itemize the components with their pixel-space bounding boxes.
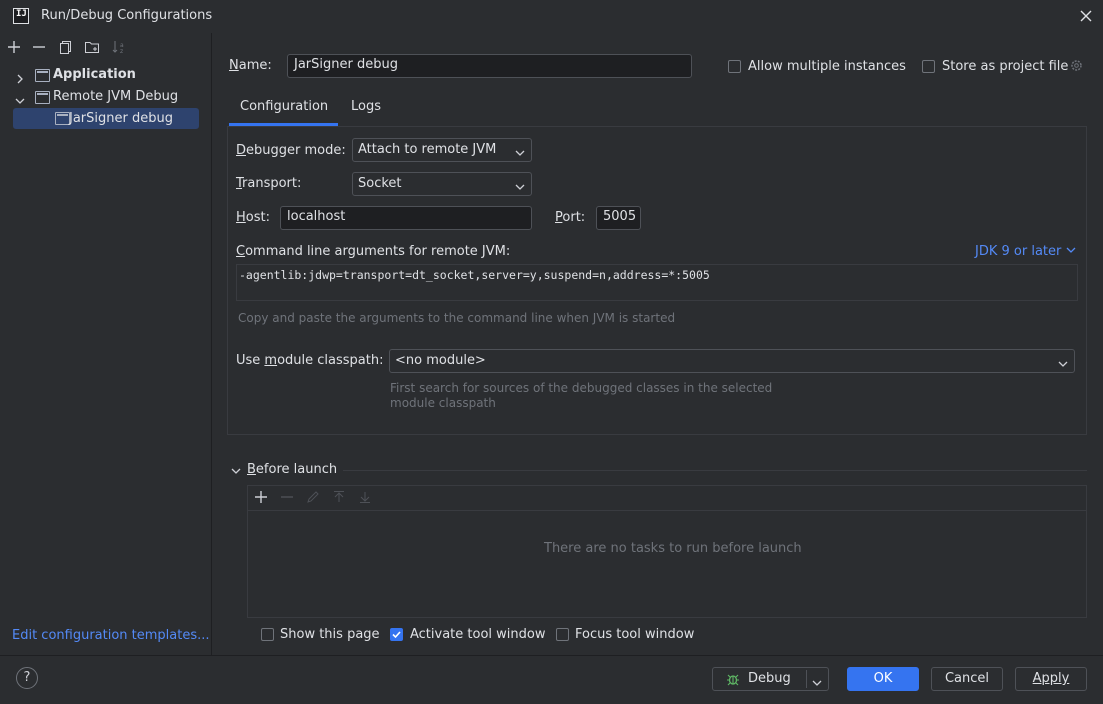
add-icon[interactable]: [252, 488, 270, 506]
edit-configuration-templates-link[interactable]: Edit configuration templates...: [12, 628, 210, 643]
remove-icon[interactable]: [30, 38, 48, 56]
app-icon-text: IJ: [16, 9, 27, 19]
chevron-down-icon: [515, 144, 525, 156]
allow-multiple-instances-label: Allow multiple instances: [748, 59, 906, 74]
sort-icon[interactable]: az: [110, 38, 128, 56]
split-divider: [806, 670, 807, 688]
move-down-icon[interactable]: [356, 488, 374, 506]
module-classpath-hint-line1: First search for sources of the debugged…: [390, 381, 773, 395]
focus-tool-window-checkbox[interactable]: [556, 628, 569, 641]
tree-item-label: JarSigner debug: [69, 111, 173, 126]
port-label: Port:: [555, 210, 586, 225]
debug-button-label: Debug: [748, 671, 791, 686]
apply-button[interactable]: Apply: [1015, 667, 1087, 691]
command-line-args-field[interactable]: -agentlib:jdwp=transport=dt_socket,serve…: [236, 264, 1078, 301]
chevron-down-icon[interactable]: [15, 92, 25, 104]
intellij-app-icon: IJ: [13, 8, 29, 24]
tree-item-label: Remote JVM Debug: [53, 89, 179, 104]
remote-debug-config-icon: [35, 91, 50, 104]
name-field[interactable]: JarSigner debug: [287, 54, 692, 78]
transport-label: Transport:: [236, 176, 302, 191]
debugger-mode-select[interactable]: Attach to remote JVM: [352, 138, 532, 162]
chevron-right-icon[interactable]: [15, 70, 25, 84]
add-icon[interactable]: [5, 38, 23, 56]
help-button[interactable]: ?: [16, 667, 38, 689]
bug-icon: [727, 674, 739, 686]
before-launch-empty-text: There are no tasks to run before launch: [544, 541, 802, 556]
copy-icon[interactable]: [57, 38, 75, 56]
jdk-version-link[interactable]: JDK 9 or later: [975, 244, 1076, 259]
remove-icon[interactable]: [278, 488, 296, 506]
command-line-args-label: Command line arguments for remote JVM:: [236, 244, 511, 259]
ok-button[interactable]: OK: [847, 667, 919, 691]
module-classpath-select[interactable]: <no module>: [389, 349, 1075, 373]
activate-tool-window-label: Activate tool window: [410, 627, 546, 642]
debugger-mode-label: Debugger mode:: [236, 143, 346, 158]
tab-logs[interactable]: Logs: [351, 98, 381, 126]
name-label: Name:: [229, 58, 272, 73]
tree-item-jarsigner-debug[interactable]: JarSigner debug: [13, 108, 199, 129]
debugger-mode-value: Attach to remote JVM: [358, 142, 497, 157]
move-up-icon[interactable]: [330, 488, 348, 506]
transport-select[interactable]: Socket: [352, 172, 532, 196]
chevron-down-icon: [1066, 247, 1075, 253]
activate-tool-window-checkbox[interactable]: [390, 628, 403, 641]
module-classpath-label: Use module classpath:: [236, 353, 384, 368]
window-title: Run/Debug Configurations: [41, 8, 213, 23]
show-this-page-checkbox[interactable]: [261, 628, 274, 641]
close-icon[interactable]: [1077, 7, 1095, 25]
chevron-down-icon[interactable]: [231, 465, 241, 475]
allow-multiple-instances-checkbox[interactable]: [728, 60, 741, 73]
chevron-down-icon: [1058, 355, 1068, 367]
store-as-project-file-label: Store as project file: [942, 59, 1069, 74]
gear-icon[interactable]: [1069, 58, 1084, 73]
host-field[interactable]: localhost: [280, 206, 532, 230]
chevron-down-icon[interactable]: [812, 674, 822, 696]
command-line-args-hint: Copy and paste the arguments to the comm…: [238, 311, 676, 325]
tree-item-label: Application: [53, 67, 136, 82]
before-launch-title[interactable]: Before launch: [247, 462, 337, 477]
jdk-version-label: JDK 9 or later: [975, 244, 1062, 259]
port-field[interactable]: 5005: [596, 206, 641, 230]
edit-icon[interactable]: [304, 488, 322, 506]
focus-tool-window-label: Focus tool window: [575, 627, 695, 642]
apply-button-label: Apply: [1032, 671, 1070, 686]
transport-value: Socket: [358, 176, 402, 191]
store-as-project-file-checkbox[interactable]: [922, 60, 935, 73]
checkmark-icon: [392, 631, 401, 639]
host-label: Host:: [236, 210, 270, 225]
new-folder-icon[interactable]: [83, 38, 101, 56]
before-launch-divider: [343, 470, 1087, 471]
show-this-page-label: Show this page: [280, 627, 380, 642]
tab-configuration[interactable]: Configuration: [240, 98, 328, 126]
remote-debug-config-icon: [55, 112, 70, 125]
debug-split-button[interactable]: Debug: [712, 667, 829, 691]
chevron-down-icon: [515, 178, 525, 190]
module-classpath-hint-line2: module classpath: [390, 396, 496, 410]
svg-text:z: z: [120, 48, 123, 55]
module-classpath-value: <no module>: [395, 353, 486, 368]
cancel-button[interactable]: Cancel: [931, 667, 1003, 691]
application-config-icon: [35, 69, 50, 82]
title-bar: IJ Run/Debug Configurations: [0, 0, 1103, 33]
